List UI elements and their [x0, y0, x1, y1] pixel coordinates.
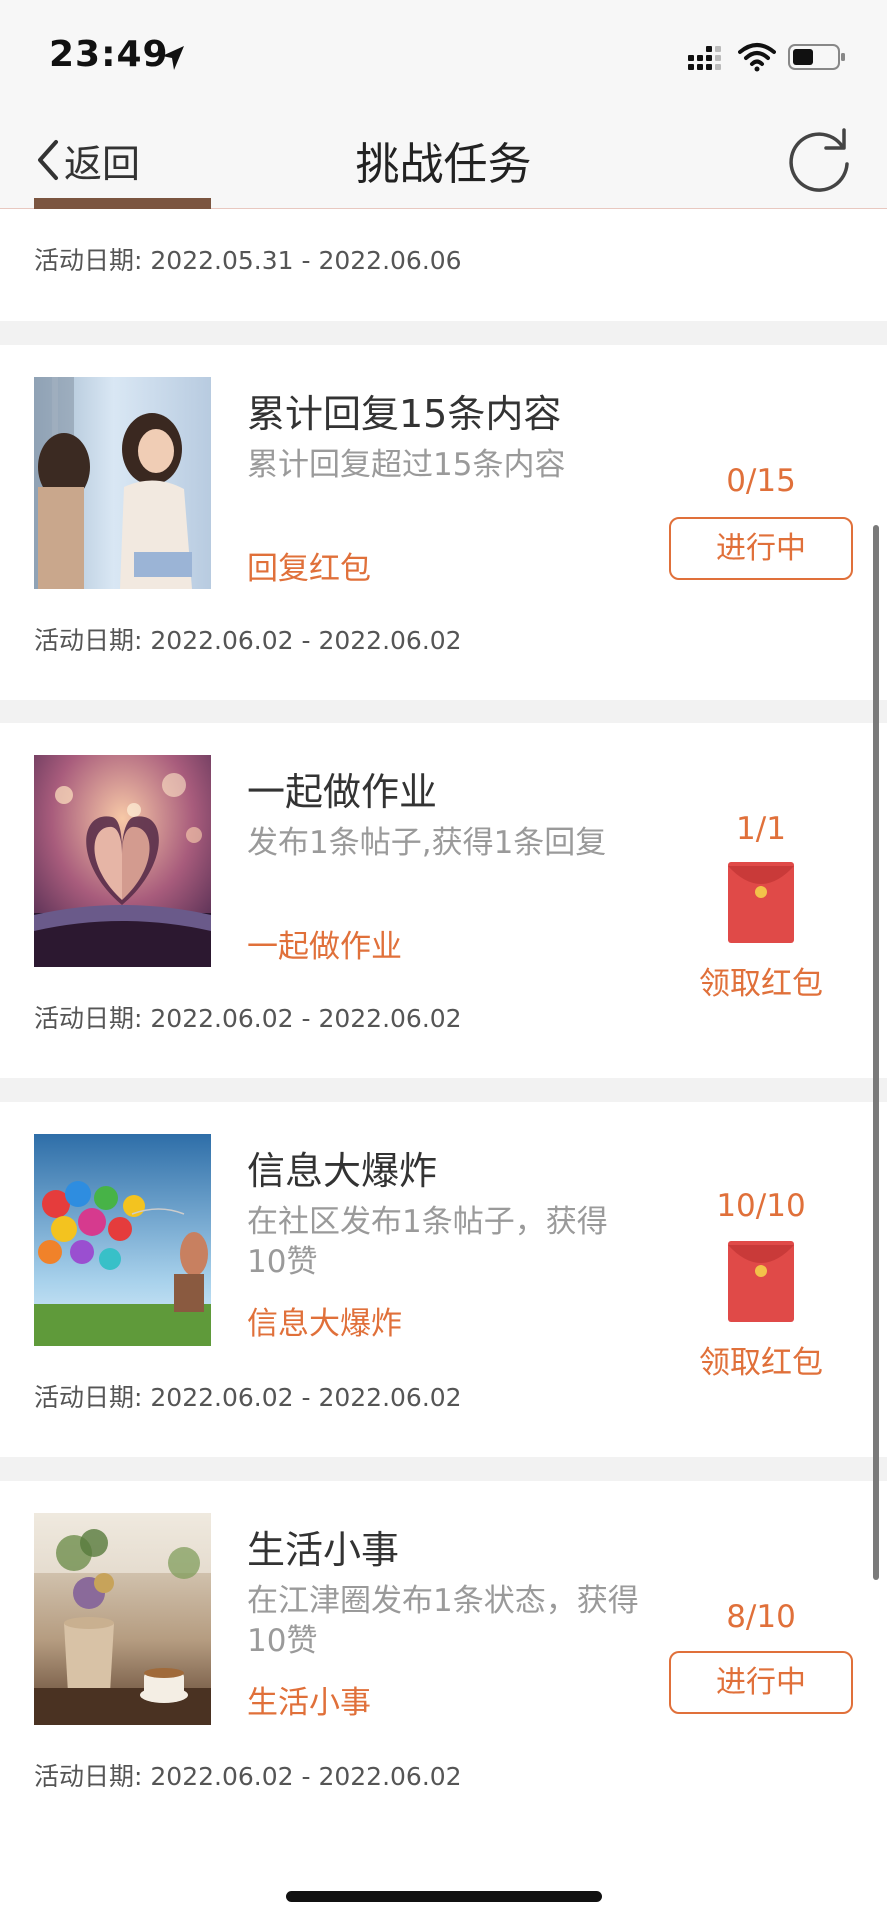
task-card: 累计回复15条内容 累计回复超过15条内容 回复红包 0/15 进行中 活动日期…	[0, 345, 887, 700]
task-progress: 0/15	[726, 463, 796, 499]
date-range: 2022.06.02 - 2022.06.02	[150, 1004, 462, 1033]
date-range: 2022.06.02 - 2022.06.02	[150, 626, 462, 655]
wifi-icon	[738, 43, 776, 72]
in-progress-button[interactable]: 进行中	[669, 1651, 853, 1714]
date-label: 活动日期:	[34, 626, 143, 655]
scrollbar[interactable]	[873, 525, 879, 1580]
task-reward-tag[interactable]: 信息大爆炸	[247, 1298, 402, 1343]
claim-red-envelope-label[interactable]: 领取红包	[669, 1337, 853, 1382]
activity-date: 活动日期: 2022.06.02 - 2022.06.02	[34, 621, 462, 657]
task-title: 生活小事	[247, 1528, 400, 1572]
task-title: 信息大爆炸	[247, 1149, 438, 1193]
task-description: 在社区发布1条帖子，获得10赞	[247, 1204, 608, 1280]
task-reward-tag[interactable]: 回复红包	[247, 543, 371, 588]
red-envelope-icon[interactable]	[728, 1241, 794, 1322]
navigation-bar: 返回 挑战任务	[0, 112, 887, 209]
claim-red-envelope-label[interactable]: 领取红包	[669, 958, 853, 1003]
task-description: 在江津圈发布1条状态，获得10赞	[247, 1583, 639, 1659]
date-label: 活动日期:	[34, 1004, 143, 1033]
date-label: 活动日期:	[34, 246, 143, 275]
task-thumbnail	[34, 1513, 211, 1725]
in-progress-button[interactable]: 进行中	[669, 517, 853, 580]
home-indicator[interactable]	[286, 1891, 602, 1902]
task-card: 生活小事 在江津圈发布1条状态，获得10赞 生活小事 8/10 进行中 活动日期…	[0, 1481, 887, 1836]
task-card: 信息大爆炸 在社区发布1条帖子，获得10赞 信息大爆炸 10/10 领取红包 活…	[0, 1102, 887, 1457]
task-progress: 8/10	[726, 1599, 796, 1635]
page-title: 挑战任务	[355, 139, 532, 190]
task-progress: 10/10	[716, 1188, 806, 1224]
date-range: 2022.06.02 - 2022.06.02	[150, 1383, 462, 1412]
refresh-icon[interactable]	[784, 124, 854, 194]
date-range: 2022.06.02 - 2022.06.02	[150, 1762, 462, 1791]
date-label: 活动日期:	[34, 1762, 143, 1791]
status-bar: 23:49	[0, 0, 887, 112]
activity-date: 活动日期: 2022.06.02 - 2022.06.02	[34, 1757, 462, 1793]
bottom-area	[0, 1836, 887, 1920]
date-label: 活动日期:	[34, 1383, 143, 1412]
status-time: 23:49	[49, 34, 169, 75]
red-envelope-icon[interactable]	[728, 862, 794, 943]
activity-date: 活动日期: 2022.06.02 - 2022.06.02	[34, 999, 462, 1035]
activity-date: 活动日期: 2022.05.31 - 2022.06.06	[34, 241, 462, 277]
signal-icon	[688, 46, 721, 70]
task-reward-tag[interactable]: 生活小事	[247, 1677, 371, 1722]
task-thumbnail	[34, 755, 211, 967]
task-progress: 1/1	[736, 811, 786, 847]
activity-date: 活动日期: 2022.06.02 - 2022.06.02	[34, 1378, 462, 1414]
task-thumbnail	[34, 377, 211, 589]
location-arrow-icon	[162, 46, 184, 70]
battery-icon	[788, 44, 845, 70]
task-card: 活动日期: 2022.05.31 - 2022.06.06	[0, 209, 887, 321]
task-title: 累计回复15条内容	[247, 392, 562, 436]
task-card: 一起做作业 发布1条帖子,获得1条回复 一起做作业 1/1 领取红包 活动日期:…	[0, 723, 887, 1078]
task-reward-tag[interactable]: 一起做作业	[247, 921, 402, 966]
task-title: 一起做作业	[247, 770, 438, 814]
date-range: 2022.05.31 - 2022.06.06	[150, 246, 462, 275]
task-description: 累计回复超过15条内容	[247, 447, 566, 483]
task-description: 发布1条帖子,获得1条回复	[247, 825, 607, 861]
task-thumbnail	[34, 1134, 211, 1346]
